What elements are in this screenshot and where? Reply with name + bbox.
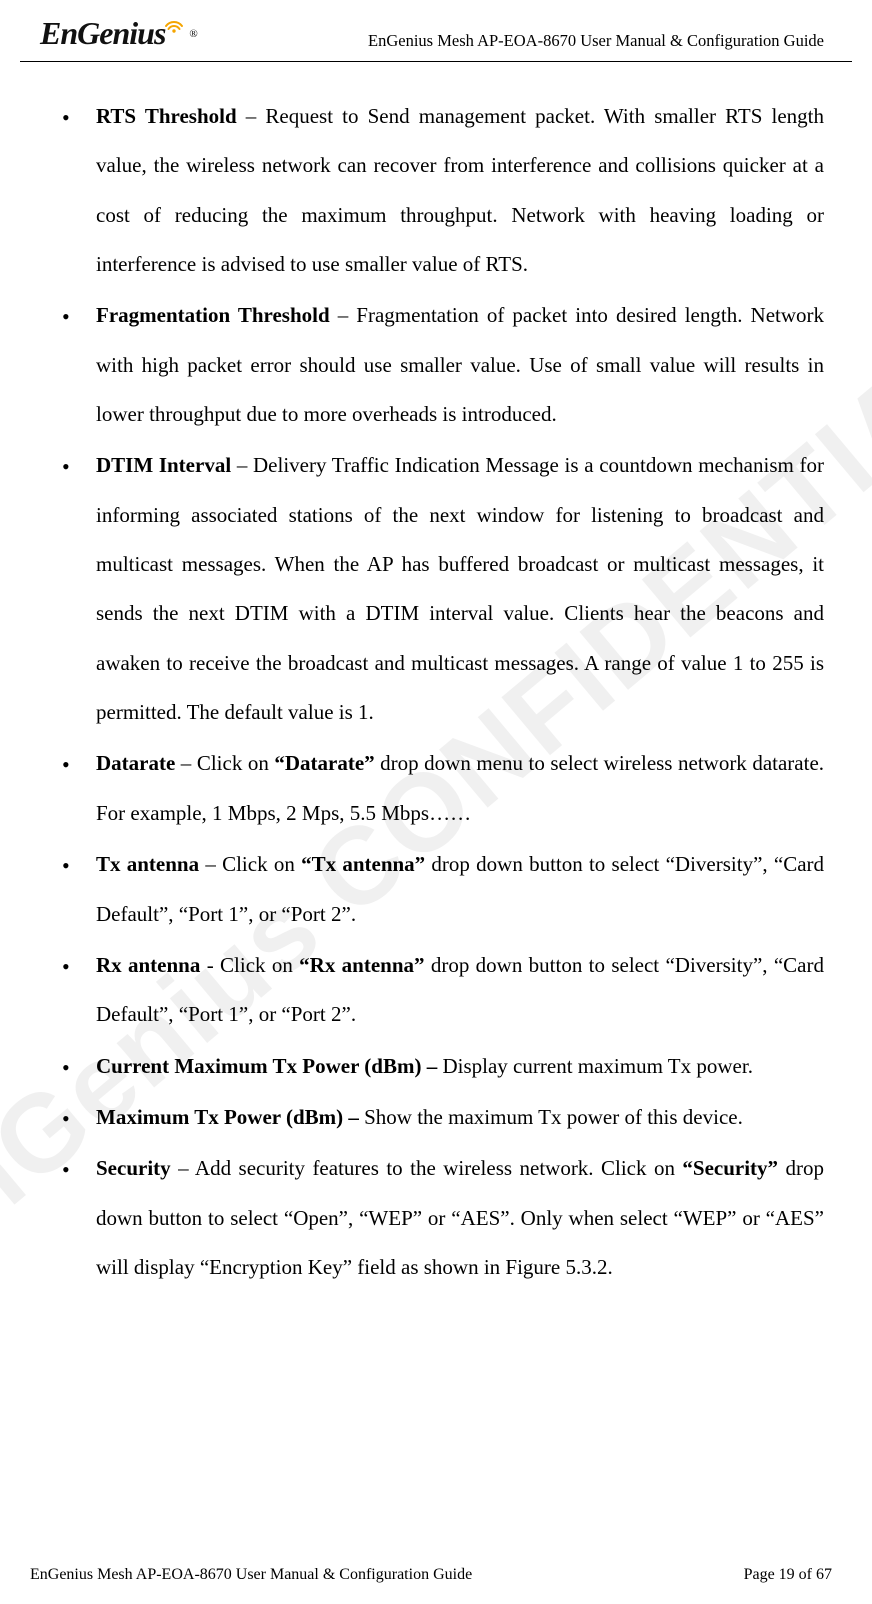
item-quoted: “Datarate”	[274, 751, 374, 775]
item-sep: –	[330, 303, 357, 327]
list-item: DTIM Interval – Delivery Traffic Indicat…	[96, 441, 824, 737]
item-quoted: “Security”	[682, 1156, 778, 1180]
item-sep: –	[175, 751, 197, 775]
footer-left: EnGenius Mesh AP-EOA-8670 User Manual & …	[30, 1566, 472, 1584]
item-quoted: “Rx antenna”	[299, 953, 424, 977]
page-body: RTS Threshold – Request to Send manageme…	[0, 62, 872, 1292]
item-sep: –	[231, 453, 253, 477]
brand-logo: EnGenius ®	[40, 12, 198, 55]
document-title: EnGenius Mesh AP-EOA-8670 User Manual & …	[368, 31, 824, 55]
item-text: Delivery Traffic Indication Message is a…	[96, 453, 824, 724]
bullet-list: RTS Threshold – Request to Send manageme…	[48, 92, 824, 1292]
item-pre: Add security features to the wireless ne…	[195, 1156, 683, 1180]
logo-text: EnGenius	[40, 15, 165, 52]
item-pre: Click on	[220, 953, 299, 977]
item-lead: Tx antenna	[96, 852, 199, 876]
item-lead: Rx antenna	[96, 953, 200, 977]
list-item: Rx antenna - Click on “Rx antenna” drop …	[96, 941, 824, 1040]
list-item: Fragmentation Threshold – Fragmentation …	[96, 291, 824, 439]
list-item: Current Maximum Tx Power (dBm) – Display…	[96, 1042, 824, 1091]
item-text: Request to Send management packet. With …	[96, 104, 824, 276]
item-pre: Click on	[222, 852, 301, 876]
list-item: Maximum Tx Power (dBm) – Show the maximu…	[96, 1093, 824, 1142]
item-lead: Security	[96, 1156, 171, 1180]
item-quoted: “Tx antenna”	[301, 852, 425, 876]
item-text: Display current maximum Tx power.	[442, 1054, 752, 1078]
item-lead: DTIM Interval	[96, 453, 231, 477]
item-lead: Maximum Tx Power (dBm) –	[96, 1105, 359, 1129]
item-sep: –	[237, 104, 266, 128]
item-sep: –	[171, 1156, 195, 1180]
page-header: EnGenius ® EnGenius Mesh AP-EOA-8670 Use…	[20, 0, 852, 62]
list-item: Tx antenna – Click on “Tx antenna” drop …	[96, 840, 824, 939]
registered-icon: ®	[189, 28, 197, 40]
page-footer: EnGenius Mesh AP-EOA-8670 User Manual & …	[0, 1566, 872, 1584]
list-item: RTS Threshold – Request to Send manageme…	[96, 92, 824, 289]
item-pre: Click on	[197, 751, 275, 775]
item-lead: Fragmentation Threshold	[96, 303, 330, 327]
item-lead: Current Maximum Tx Power (dBm) –	[96, 1054, 437, 1078]
item-lead: Datarate	[96, 751, 175, 775]
item-sep: –	[199, 852, 222, 876]
list-item: Security – Add security features to the …	[96, 1144, 824, 1292]
item-text: Show the maximum Tx power of this device…	[364, 1105, 743, 1129]
footer-right: Page 19 of 67	[744, 1566, 832, 1584]
list-item: Datarate – Click on “Datarate” drop down…	[96, 739, 824, 838]
signal-icon	[163, 12, 185, 39]
item-sep: -	[200, 953, 220, 977]
item-lead: RTS Threshold	[96, 104, 237, 128]
